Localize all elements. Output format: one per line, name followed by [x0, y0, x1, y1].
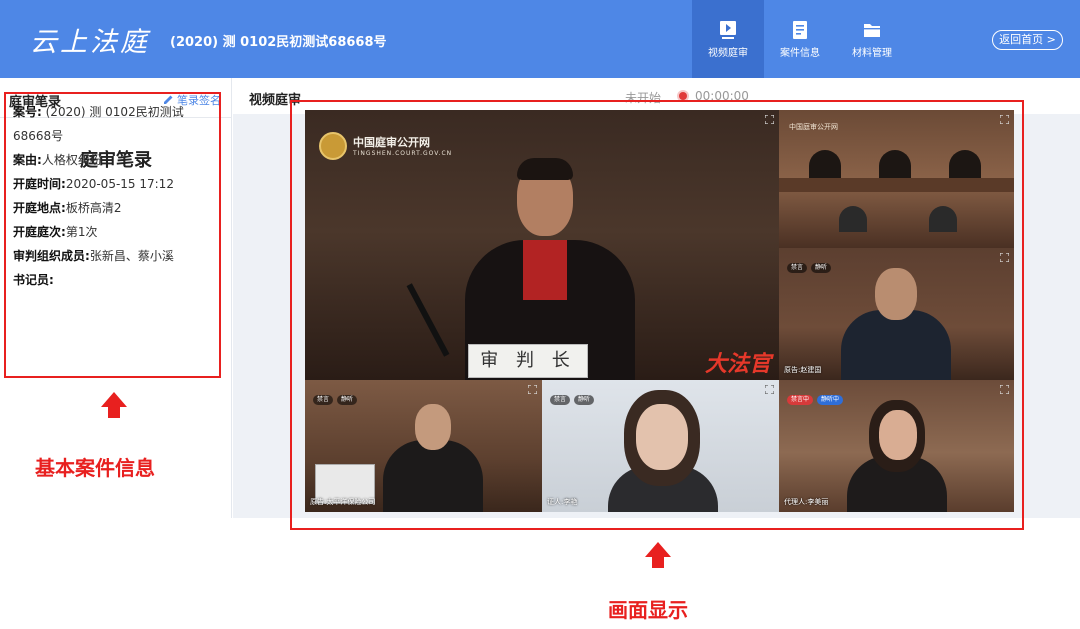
case-info-hearing-location: 开庭地点:板桥高清2	[13, 196, 219, 220]
folder-icon	[864, 24, 880, 37]
case-info-clerk: 书记员:	[13, 268, 219, 292]
info-value: 张新昌、蔡小溪	[89, 249, 174, 263]
case-info-session: 开庭庭次:第1次	[13, 220, 219, 244]
mute-button[interactable]: 禁言	[787, 263, 808, 273]
silence-button[interactable]: 静听	[811, 263, 832, 273]
case-info-panel-members: 审判组织成员:张新昌、蔡小溪	[13, 244, 219, 268]
muted-button[interactable]: 禁言中	[787, 395, 814, 405]
participant-label: 原告:赵建国	[784, 366, 822, 374]
court-site-name: 中国庭审公开网	[353, 136, 430, 149]
microphone-icon	[406, 283, 450, 357]
nav-tab-materials[interactable]: 材料管理	[836, 0, 908, 78]
case-info-cause: 案由:人格权纠纷	[13, 148, 219, 172]
case-info-case-number: 案号: (2020) 测 0102民初测试	[13, 100, 219, 124]
judge-nameplate: 审 判 长	[468, 344, 588, 378]
tile-controls: 禁言 静听	[550, 386, 598, 405]
participant-label: 代理人:李美丽	[784, 498, 829, 506]
fullscreen-icon[interactable]	[1000, 115, 1009, 124]
video-tile-witness[interactable]: 禁言 静听 证人:李艳	[542, 380, 779, 512]
mute-button[interactable]: 禁言	[550, 395, 571, 405]
plaintiff-face	[875, 268, 917, 320]
nav-tab-materials-label: 材料管理	[852, 48, 892, 59]
judge-collar	[523, 240, 567, 300]
video-tile-plaintiff-company[interactable]: 禁言 静听 原告:太平洋保险公司	[305, 380, 542, 512]
judge-hair	[517, 158, 573, 180]
judge-figure	[879, 150, 911, 178]
nav-tab-case-info-label: 案件信息	[780, 48, 820, 59]
record-dot-icon	[679, 92, 687, 100]
plaintiff-suit	[841, 310, 951, 380]
attorney-face	[415, 404, 451, 450]
case-info-hearing-time: 开庭时间:2020-05-15 17:12	[13, 172, 219, 196]
info-value: 2020-05-15 17:12	[65, 177, 174, 191]
info-label: 开庭地点:	[13, 201, 66, 215]
play-icon	[720, 21, 736, 39]
tile-controls: 禁言 静听	[787, 254, 835, 273]
return-home-button[interactable]: 返回首页 >	[992, 30, 1063, 50]
info-label: 书记员:	[13, 273, 54, 287]
nav-tab-case-info[interactable]: 案件信息	[764, 0, 836, 78]
video-tile-judge[interactable]: 中国庭审公开网 TINGSHEN.COURT.GOV.CN 审 判 长 大法官	[305, 110, 779, 380]
participant-label: 原告:太平洋保险公司	[310, 498, 376, 506]
fullscreen-icon[interactable]	[528, 385, 537, 394]
video-tile-plaintiff[interactable]: 禁言 静听 原告:赵建国	[779, 248, 1014, 380]
party-figure	[839, 206, 867, 232]
app-header: 云上法庭 (2020) 测 0102民初测试68668号 视频庭审 案件信息 材…	[0, 0, 1080, 78]
arrow-up-icon	[645, 542, 671, 557]
nav-tab-video-trial[interactable]: 视频庭审	[692, 0, 764, 78]
attorney-robe	[383, 440, 483, 512]
court-emblem-icon	[319, 132, 347, 160]
info-label: 案由:	[13, 153, 42, 167]
video-grid: 中国庭审公开网 TINGSHEN.COURT.GOV.CN 审 判 长 大法官 …	[305, 110, 1014, 512]
arrow-stem	[652, 556, 664, 568]
fullscreen-icon[interactable]	[1000, 385, 1009, 394]
party-figure	[929, 206, 957, 232]
app-logo: 云上法庭	[30, 27, 150, 58]
info-label: 开庭庭次:	[13, 225, 66, 239]
info-value: 人格权纠纷	[41, 153, 102, 167]
info-value: (2020) 测 0102民初测试	[41, 105, 184, 119]
participant-label: 证人:李艳	[547, 498, 578, 506]
video-tile-agent[interactable]: 禁言中 静听中 代理人:李美丽	[779, 380, 1014, 512]
arrow-up-icon	[101, 392, 127, 407]
fullscreen-icon[interactable]	[1000, 253, 1009, 262]
info-label: 审判组织成员:	[13, 249, 90, 263]
case-info-case-number-cont: 68668号	[13, 124, 219, 148]
judge-figure	[809, 150, 841, 178]
silence-button[interactable]: 静听	[337, 395, 358, 405]
info-value: 第1次	[65, 225, 98, 239]
fullscreen-icon[interactable]	[765, 385, 774, 394]
info-label: 开庭时间:	[13, 177, 66, 191]
tile-controls: 禁言中 静听中	[787, 386, 847, 405]
document-icon	[793, 21, 807, 39]
watermark-logo: 大法官	[705, 352, 772, 377]
case-info-callout: 基本案件信息	[35, 456, 155, 480]
video-display-callout: 画面显示	[608, 598, 688, 622]
court-site-url: TINGSHEN.COURT.GOV.CN	[353, 150, 453, 157]
info-label: 案号:	[13, 105, 42, 119]
judge-figure	[949, 150, 981, 178]
mute-button[interactable]: 禁言	[313, 395, 334, 405]
case-number-title: (2020) 测 0102民初测试68668号	[170, 35, 387, 50]
fullscreen-icon[interactable]	[765, 115, 774, 124]
info-value: 68668号	[13, 129, 64, 143]
arrow-stem	[108, 406, 120, 418]
silenced-button[interactable]: 静听中	[817, 395, 844, 405]
video-tile-courtroom[interactable]: 中国庭审公开网	[779, 110, 1014, 248]
agent-face	[879, 410, 917, 460]
nav-tab-video-trial-label: 视频庭审	[708, 48, 748, 59]
info-value: 板桥高清2	[65, 201, 122, 215]
silence-button[interactable]: 静听	[574, 395, 595, 405]
case-info-box: 案号: (2020) 测 0102民初测试 68668号 案由:人格权纠纷 开庭…	[4, 92, 221, 378]
judge-bench	[779, 178, 1014, 192]
tile-controls: 禁言 静听	[313, 386, 361, 405]
court-site-name-small: 中国庭审公开网	[789, 123, 838, 131]
witness-face	[636, 404, 688, 470]
